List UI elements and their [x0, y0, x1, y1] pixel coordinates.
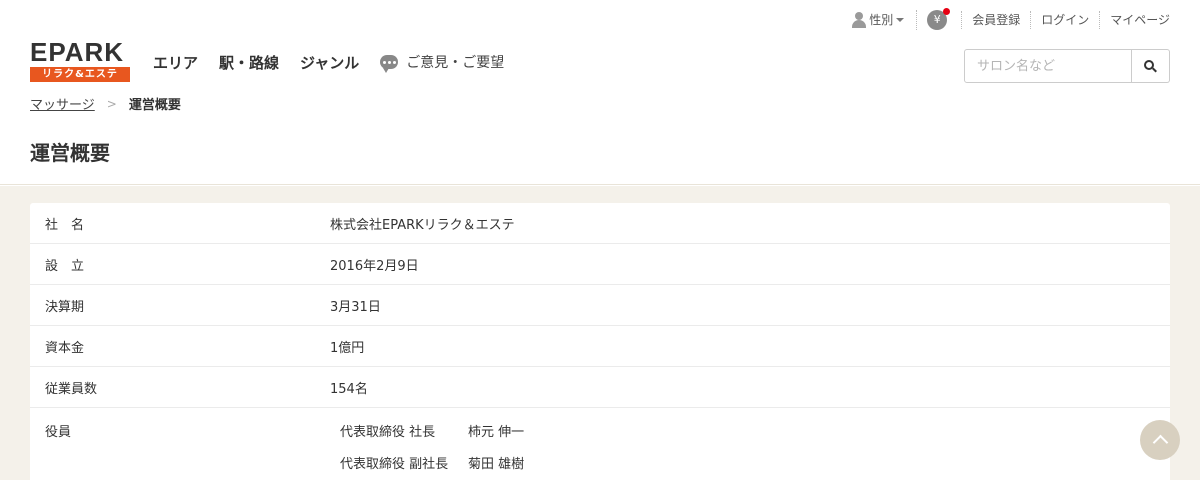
- salon-search: [964, 49, 1170, 83]
- caret-down-icon: [896, 18, 905, 22]
- officer-name: 柿元 伸一: [468, 425, 525, 440]
- breadcrumb-parent[interactable]: マッサージ: [30, 94, 95, 113]
- officer-role: 代表取締役 社長: [340, 425, 436, 440]
- info-row-officers: 役員 代表取締役 社長 柿元 伸一 代表取締役 副社長 菊田 雄樹: [30, 408, 1170, 480]
- chevron-up-icon: [1152, 434, 1168, 451]
- company-info-card: 社 名 株式会社EPARKリラク＆エステ 設 立 2016年2月9日 決算期 3…: [30, 203, 1170, 480]
- info-value: 株式会社EPARKリラク＆エステ: [330, 217, 515, 233]
- search-button[interactable]: [1132, 49, 1170, 83]
- info-label: 決算期: [45, 299, 85, 315]
- officer-name: 菊田 雄樹: [468, 457, 525, 472]
- search-input[interactable]: [964, 49, 1132, 83]
- info-label: 役員: [45, 425, 72, 440]
- info-value: 1億円: [330, 340, 365, 356]
- nav-opinion[interactable]: ご意見・ご要望: [380, 52, 505, 73]
- content-area: 社 名 株式会社EPARKリラク＆エステ 設 立 2016年2月9日 決算期 3…: [0, 186, 1200, 480]
- gender-selector[interactable]: 性別: [842, 11, 916, 29]
- site-logo[interactable]: EPARK リラク&エステ: [30, 39, 130, 82]
- info-label: 社 名: [45, 217, 85, 233]
- info-label: 従業員数: [45, 381, 98, 397]
- global-nav: エリア 駅・路線 ジャンル ご意見・ご要望: [153, 50, 525, 74]
- mypage-item: マイページ: [1099, 11, 1170, 29]
- officer-item: 代表取締役 副社長 菊田 雄樹: [340, 453, 524, 480]
- notification-badge-text: ¥: [933, 13, 941, 26]
- login-link[interactable]: ログイン: [1041, 11, 1089, 29]
- page-title: 運営概要: [30, 141, 110, 165]
- notification-dot: [943, 8, 951, 15]
- officer-role: 代表取締役 副社長: [340, 457, 449, 472]
- search-icon: [1144, 59, 1157, 73]
- info-label: 設 立: [45, 258, 85, 274]
- gender-label: 性別: [869, 13, 894, 27]
- page-top-button[interactable]: [1140, 420, 1180, 460]
- logo-subtitle: リラク&エステ: [30, 67, 130, 82]
- info-row-fiscal-period: 決算期 3月31日: [30, 285, 1170, 326]
- info-value: 3月31日: [330, 299, 381, 315]
- info-row-capital: 資本金 1億円: [30, 326, 1170, 367]
- person-icon: [852, 12, 867, 28]
- officer-list: 代表取締役 社長 柿元 伸一 代表取締役 副社長 菊田 雄樹: [330, 421, 524, 480]
- info-row-employees: 従業員数 154名: [30, 367, 1170, 408]
- breadcrumb: マッサージ > 運営概要: [30, 94, 181, 114]
- register-link[interactable]: 会員登録: [972, 11, 1020, 29]
- breadcrumb-current: 運営概要: [128, 98, 181, 113]
- notification-area[interactable]: ¥: [916, 8, 961, 30]
- site-header: 性別 ¥ 会員登録 ログイン マイページ EPARK リラク&エステ エリア 駅…: [0, 0, 1200, 185]
- info-label: 資本金: [45, 340, 85, 356]
- mypage-link[interactable]: マイページ: [1110, 11, 1170, 29]
- info-row-established: 設 立 2016年2月9日: [30, 244, 1170, 285]
- nav-genre[interactable]: ジャンル: [300, 52, 359, 73]
- logo-wordmark: EPARK: [30, 37, 125, 67]
- breadcrumb-separator: >: [106, 96, 117, 111]
- info-value: 2016年2月9日: [330, 258, 419, 274]
- login-item: ログイン: [1030, 11, 1099, 29]
- info-row-company-name: 社 名 株式会社EPARKリラク＆エステ: [30, 203, 1170, 244]
- nav-area[interactable]: エリア: [153, 52, 198, 73]
- info-value: 154名: [330, 381, 368, 397]
- notification-icon[interactable]: ¥: [927, 8, 951, 30]
- utility-nav: 性別 ¥ 会員登録 ログイン マイページ: [842, 8, 1170, 31]
- nav-station[interactable]: 駅・路線: [219, 52, 279, 73]
- nav-opinion-label: ご意見・ご要望: [406, 55, 505, 71]
- speech-bubble-icon: [380, 55, 399, 73]
- register-item: 会員登録: [961, 11, 1030, 29]
- officer-item: 代表取締役 社長 柿元 伸一: [340, 421, 524, 453]
